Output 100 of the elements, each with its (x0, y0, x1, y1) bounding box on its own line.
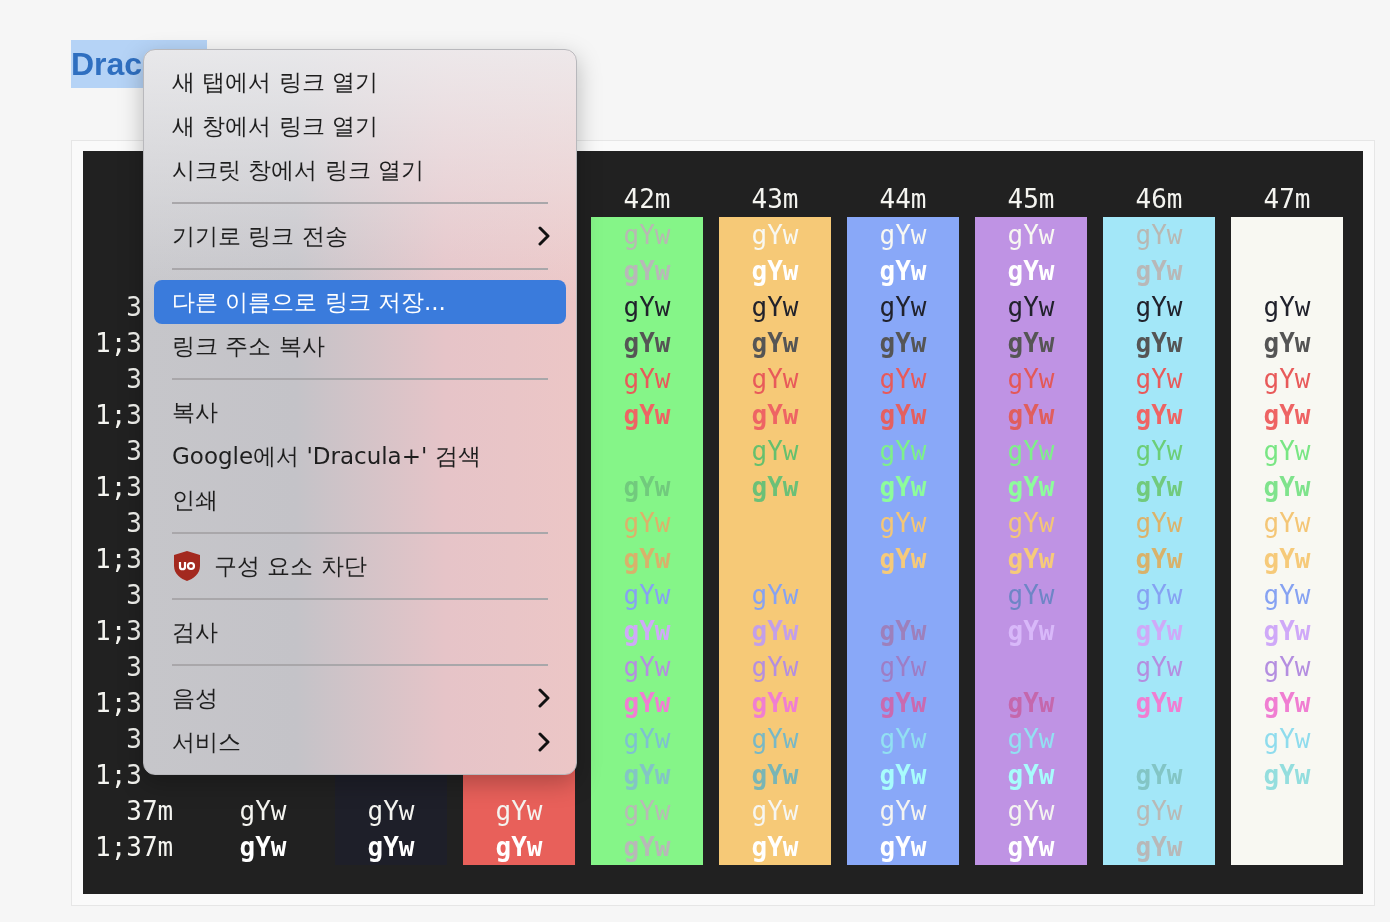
sample-text: gYw (1007, 220, 1055, 250)
sample-text: gYw (751, 220, 799, 250)
menu-item[interactable]: 음성 (154, 676, 566, 720)
sample-text: gYw (1007, 400, 1055, 430)
sample-text: gYw (623, 508, 671, 538)
sample-text: gYw (1263, 760, 1311, 790)
menu-item[interactable]: 인쇄 (154, 478, 566, 522)
sample-text: gYw (1007, 328, 1055, 358)
sample-text: gYw (623, 292, 671, 322)
chevron-right-icon (538, 226, 550, 246)
sample-text: gYw (879, 436, 927, 466)
sample-text: gYw (879, 400, 927, 430)
sample-text: gYw (751, 724, 799, 754)
sample-text: gYw (1263, 616, 1311, 646)
menu-item[interactable]: 검사 (154, 610, 566, 654)
row-label: 3 (126, 364, 142, 394)
sample-text: gYw (751, 652, 799, 682)
sample-text: gYw (1263, 652, 1311, 682)
row-label: 3 (126, 652, 142, 682)
menu-item[interactable]: 서비스 (154, 720, 566, 764)
sample-text: gYw (1135, 508, 1183, 538)
sample-text: gYw (1007, 724, 1055, 754)
sample-text: gYw (495, 832, 543, 862)
sample-text: gYw (623, 400, 671, 430)
sample-text: gYw (623, 544, 671, 574)
row-label: 3 (126, 292, 142, 322)
sample-text: gYw (623, 256, 671, 286)
sample-text: gYw (751, 688, 799, 718)
menu-item[interactable]: 새 창에서 링크 열기 (154, 104, 566, 148)
menu-item[interactable]: 기기로 링크 전송 (154, 214, 566, 258)
sample-text: gYw (1007, 832, 1055, 862)
sample-text: gYw (879, 832, 927, 862)
sample-text: gYw (1263, 724, 1311, 754)
row-label: 1;3 (95, 544, 142, 574)
menu-item[interactable]: 복사 (154, 390, 566, 434)
sample-text: gYw (623, 328, 671, 358)
row-label: 1;37m (95, 832, 174, 862)
menu-item[interactable]: 링크 주소 복사 (154, 324, 566, 368)
sample-text: gYw (879, 616, 927, 646)
column-header: 47m (1263, 184, 1311, 214)
row-label: 1;3 (95, 688, 142, 718)
row-label: 3 (126, 580, 142, 610)
shield-icon (172, 550, 202, 582)
sample-text: gYw (1263, 508, 1311, 538)
sample-text: gYw (751, 832, 799, 862)
sample-text: gYw (751, 436, 799, 466)
sample-text: gYw (1135, 472, 1183, 502)
sample-text: gYw (495, 796, 543, 826)
menu-item[interactable]: 시크릿 창에서 링크 열기 (154, 148, 566, 192)
sample-text: gYw (879, 544, 927, 574)
sample-text: gYw (879, 472, 927, 502)
sample-text: gYw (1007, 688, 1055, 718)
sample-text: gYw (751, 796, 799, 826)
sample-text: gYw (1263, 400, 1311, 430)
sample-text: gYw (879, 328, 927, 358)
sample-text: gYw (1263, 436, 1311, 466)
sample-text: gYw (1135, 544, 1183, 574)
sample-text: gYw (1007, 580, 1055, 610)
sample-text: gYw (879, 292, 927, 322)
sample-text: gYw (1263, 292, 1311, 322)
column-header: 44m (879, 184, 927, 214)
sample-text: gYw (623, 724, 671, 754)
sample-text: gYw (751, 292, 799, 322)
row-label: 1;3 (95, 472, 142, 502)
menu-item[interactable]: Google에서 'Dracula+' 검색 (154, 434, 566, 478)
row-label: 37m (126, 796, 174, 826)
sample-text: gYw (1135, 580, 1183, 610)
sample-text: gYw (1007, 436, 1055, 466)
sample-text: gYw (879, 796, 927, 826)
sample-text: gYw (623, 760, 671, 790)
sample-text: gYw (1263, 580, 1311, 610)
menu-item[interactable]: 다른 이름으로 링크 저장... (154, 280, 566, 324)
sample-text: gYw (879, 724, 927, 754)
sample-text: gYw (239, 796, 287, 826)
sample-text: gYw (1135, 796, 1183, 826)
column-header: 45m (1007, 184, 1055, 214)
chevron-right-icon (538, 688, 550, 708)
sample-text: gYw (1263, 364, 1311, 394)
sample-text: gYw (623, 796, 671, 826)
chevron-right-icon (538, 732, 550, 752)
sample-text: gYw (751, 472, 799, 502)
sample-text: gYw (623, 688, 671, 718)
sample-text: gYw (623, 580, 671, 610)
sample-text: gYw (751, 616, 799, 646)
row-label: 1;3 (95, 328, 142, 358)
menu-item[interactable]: 구성 요소 차단 (154, 544, 566, 588)
sample-text: gYw (367, 832, 415, 862)
sample-text: gYw (1007, 472, 1055, 502)
column-header: 46m (1135, 184, 1183, 214)
sample-text: gYw (751, 760, 799, 790)
sample-text: gYw (1007, 256, 1055, 286)
sample-text: gYw (623, 616, 671, 646)
column-header: 43m (751, 184, 799, 214)
sample-text: gYw (751, 400, 799, 430)
sample-text: gYw (879, 256, 927, 286)
row-label: 3 (126, 436, 142, 466)
sample-text: gYw (1007, 796, 1055, 826)
sample-text: gYw (1135, 256, 1183, 286)
row-label: 3 (126, 724, 142, 754)
sample-text: gYw (1135, 436, 1183, 466)
